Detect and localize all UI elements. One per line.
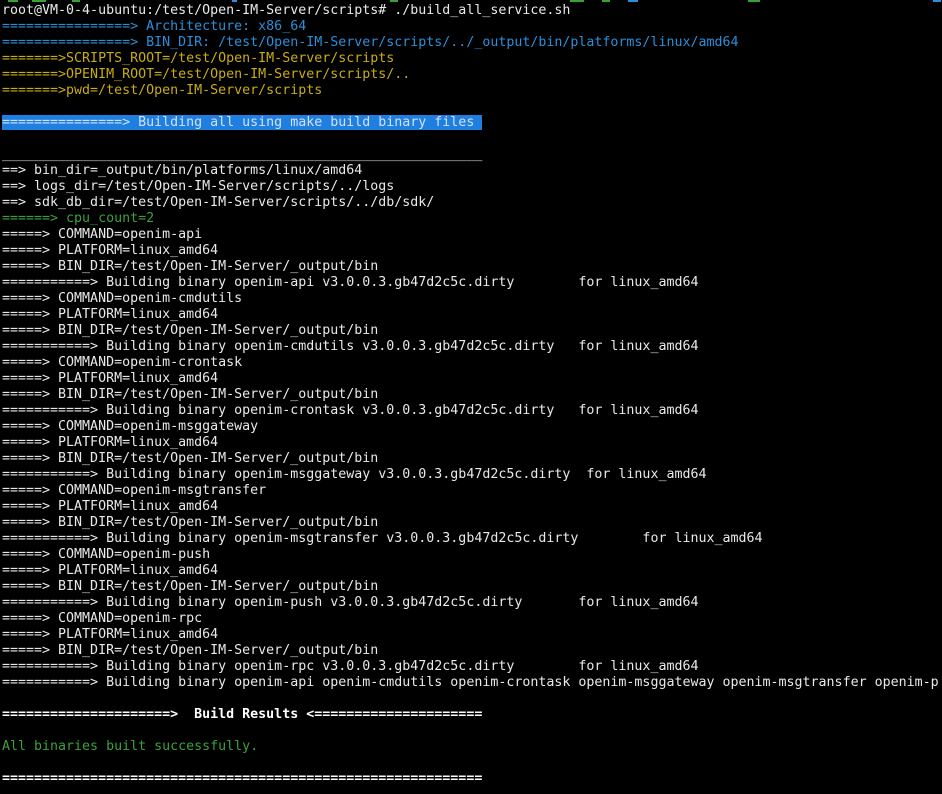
terminal-line: =====> COMMAND=openim-rpc <box>2 611 942 627</box>
terminal-line: =====> PLATFORM=linux_amd64 <box>2 435 942 451</box>
terminal-line: ===========> Building binary openim-cron… <box>2 403 942 419</box>
terminal-line: ===========> Building binary openim-cmdu… <box>2 339 942 355</box>
terminal-line: ===========> Building binary openim-msgg… <box>2 467 942 483</box>
terminal-line: ===========> Building binary openim-api … <box>2 675 942 691</box>
terminal-line: =====> BIN_DIR=/test/Open-IM-Server/_out… <box>2 323 942 339</box>
terminal-line: =======>SCRIPTS_ROOT=/test/Open-IM-Serve… <box>2 51 942 67</box>
terminal-output: root@VM-0-4-ubuntu:/test/Open-IM-Server/… <box>2 3 942 787</box>
text-fragment <box>628 0 638 2</box>
text-fragment <box>570 0 584 2</box>
terminal-line: ==> sdk_db_dir=/test/Open-IM-Server/scri… <box>2 195 942 211</box>
terminal-line: =====> PLATFORM=linux_amd64 <box>2 243 942 259</box>
terminal-line: ===============> Building all using make… <box>2 115 942 131</box>
terminal-line: =====> BIN_DIR=/test/Open-IM-Server/_out… <box>2 387 942 403</box>
text-fragment <box>32 0 46 2</box>
text-fragment <box>72 0 80 2</box>
terminal-line: =====> PLATFORM=linux_amd64 <box>2 627 942 643</box>
terminal-line: =====> COMMAND=openim-crontask <box>2 355 942 371</box>
text-fragment <box>232 0 237 2</box>
terminal-line: =====> PLATFORM=linux_amd64 <box>2 499 942 515</box>
terminal-line: =====> PLATFORM=linux_amd64 <box>2 563 942 579</box>
terminal-line: =====> COMMAND=openim-msgtransfer <box>2 483 942 499</box>
terminal-line: ===========> Building binary openim-api … <box>2 275 942 291</box>
terminal-screen[interactable]: root@VM-0-4-ubuntu:/test/Open-IM-Server/… <box>0 0 942 794</box>
terminal-line: ==> bin_dir=_output/bin/platforms/linux/… <box>2 163 942 179</box>
terminal-line: ========================================… <box>2 771 942 787</box>
terminal-line: =====================> Build Results <==… <box>2 707 942 723</box>
terminal-line <box>2 691 942 707</box>
terminal-line: ________________________________________… <box>2 147 942 163</box>
terminal-line <box>2 131 942 147</box>
terminal-line <box>2 755 942 771</box>
terminal-line: ================> Architecture: x86_64 <box>2 19 942 35</box>
terminal-line: =====> PLATFORM=linux_amd64 <box>2 371 942 387</box>
terminal-line: =====> BIN_DIR=/test/Open-IM-Server/_out… <box>2 451 942 467</box>
text-fragment <box>602 0 610 2</box>
highlighted-text: ===============> Building all using make… <box>2 115 482 130</box>
terminal-line: ===========> Building binary openim-msgt… <box>2 531 942 547</box>
terminal-line: ======> cpu_count=2 <box>2 211 942 227</box>
text-fragment <box>933 0 941 2</box>
terminal-line: All binaries built successfully. <box>2 739 942 755</box>
terminal-line: =====> BIN_DIR=/test/Open-IM-Server/_out… <box>2 643 942 659</box>
terminal-line: =====> BIN_DIR=/test/Open-IM-Server/_out… <box>2 259 942 275</box>
terminal-line <box>2 99 942 115</box>
terminal-line: =======>pwd=/test/Open-IM-Server/scripts <box>2 83 942 99</box>
terminal-line: ================> BIN_DIR: /test/Open-IM… <box>2 35 942 51</box>
terminal-line: =====> BIN_DIR=/test/Open-IM-Server/_out… <box>2 515 942 531</box>
terminal-line: =====> PLATFORM=linux_amd64 <box>2 307 942 323</box>
terminal-line: =====> COMMAND=openim-api <box>2 227 942 243</box>
terminal-line: ==> logs_dir=/test/Open-IM-Server/script… <box>2 179 942 195</box>
text-fragment <box>748 0 760 2</box>
terminal-line: ===========> Building binary openim-push… <box>2 595 942 611</box>
terminal-line: =======>OPENIM_ROOT=/test/Open-IM-Server… <box>2 67 942 83</box>
terminal-line <box>2 723 942 739</box>
terminal-line: =====> COMMAND=openim-cmdutils <box>2 291 942 307</box>
terminal-line: =====> COMMAND=openim-msggateway <box>2 419 942 435</box>
terminal-line: ===========> Building binary openim-rpc … <box>2 659 942 675</box>
terminal-line: root@VM-0-4-ubuntu:/test/Open-IM-Server/… <box>2 3 942 19</box>
text-fragment <box>390 0 398 2</box>
terminal-line: =====> COMMAND=openim-push <box>2 547 942 563</box>
text-fragment <box>8 0 18 2</box>
terminal-line: =====> BIN_DIR=/test/Open-IM-Server/_out… <box>2 579 942 595</box>
